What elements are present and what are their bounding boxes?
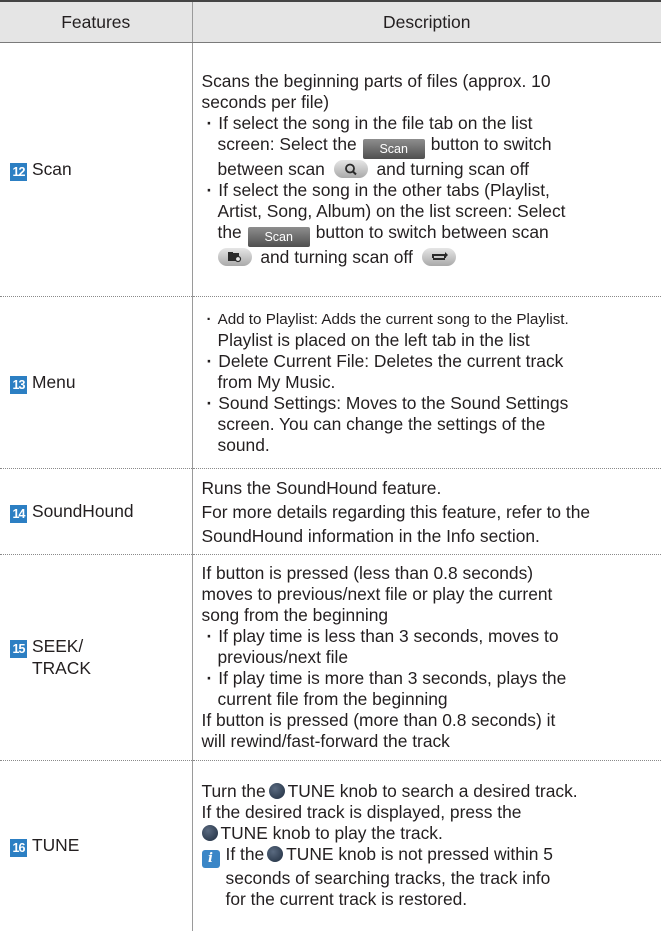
- feature-number-badge: 13: [10, 375, 27, 394]
- desc-line: Turn the TUNE knob to search a desired tr…: [201, 781, 578, 802]
- note-line: for the current track is restored.: [225, 889, 468, 910]
- feature-cell: 14 SoundHound: [0, 468, 193, 555]
- bullet-item: Sound Settings: Moves to the Sound Setti…: [202, 393, 661, 414]
- desc-line: If button is pressed (less than 0.8 seco…: [201, 563, 534, 583]
- desc-line: will rewind/fast-forward the track: [201, 731, 450, 751]
- desc-line: Artist, Song, Album) on the list screen:…: [217, 201, 566, 221]
- desc-line: For more details regarding this feature,…: [201, 501, 591, 522]
- note-line: seconds of searching tracks, the track i…: [225, 868, 551, 889]
- desc-line: between scan and turning scan off: [217, 159, 529, 179]
- desc-line: screen. You can change the settings of t…: [217, 414, 546, 434]
- desc-line: Scans the beginning parts of files (appr…: [201, 71, 551, 91]
- note-line: i If the TUNE knob is not pressed within 5: [201, 844, 661, 869]
- tune-knob-icon: [267, 846, 284, 863]
- desc-line: previous/next file: [217, 647, 349, 667]
- feature-cell: 15 SEEK/ TRACK: [0, 554, 193, 761]
- feature-cell: 13 Menu: [0, 296, 193, 469]
- scan-button-image: Scan: [362, 139, 425, 159]
- feature-name: TUNE: [32, 834, 80, 855]
- desc-line: from My Music.: [217, 372, 336, 392]
- table-row: 12 Scan Scans the beginning parts of file…: [0, 42, 661, 297]
- description-cell: Runs the SoundHound feature. For more de…: [192, 468, 661, 555]
- feature-cell: 16 TUNE: [0, 760, 193, 931]
- desc-line: If the desired track is displayed, press…: [201, 802, 522, 823]
- bullet-item: Delete Current File: Deletes the current…: [202, 351, 661, 372]
- table-row: 16 TUNE Turn the TUNE knob to search a des…: [0, 760, 661, 931]
- magnifier-scan-icon: [333, 160, 368, 178]
- header-row: Features Description: [0, 0, 661, 43]
- feature-name: Scan: [32, 158, 72, 179]
- feature-name: Menu: [32, 371, 76, 392]
- desc-line: sound.: [217, 435, 270, 455]
- desc-line: the Scan button to switch between scan: [202, 222, 661, 247]
- desc-line: SoundHound information in the Info secti…: [201, 525, 540, 546]
- desc-line: Runs the SoundHound feature.: [201, 477, 442, 498]
- feature-number-badge: 14: [10, 504, 27, 523]
- description-cell: Add to Playlist: Adds the current song t…: [192, 296, 661, 469]
- desc-line: screen: Select the Scan button to switch: [202, 134, 661, 159]
- feature-name-line2: TRACK: [32, 658, 91, 678]
- feature-number-badge: 15: [10, 640, 27, 658]
- header-features: Features: [0, 0, 193, 43]
- feature-name-line1: SEEK/: [32, 636, 84, 656]
- info-icon: i: [201, 850, 220, 869]
- feature-name: SoundHound: [32, 500, 134, 521]
- desc-line: seconds per file): [201, 92, 330, 112]
- desc-line: and turning scan off: [202, 247, 661, 268]
- scan-button-image: Scan: [247, 227, 310, 247]
- bullet-item: Add to Playlist: Adds the current song t…: [202, 309, 661, 330]
- tune-knob-icon: [268, 783, 285, 800]
- repeat-off-icon: [421, 248, 456, 266]
- tune-knob-icon: [201, 825, 218, 842]
- table-row: 13 Menu Add to Playlist: Adds the current…: [0, 296, 661, 469]
- header-description: Description: [192, 0, 661, 43]
- feature-cell: 12 Scan: [0, 42, 193, 297]
- description-cell: If button is pressed (less than 0.8 seco…: [192, 554, 661, 761]
- desc-line: Playlist is placed on the left tab in th…: [217, 330, 530, 350]
- desc-line: moves to previous/next file or play the …: [201, 584, 553, 604]
- table-row: 14 SoundHound Runs the SoundHound feature…: [0, 468, 661, 555]
- desc-line: song from the beginning: [201, 605, 389, 625]
- feature-number-badge: 16: [10, 838, 27, 857]
- bullet-item: If play time is more than 3 seconds, pla…: [202, 668, 661, 689]
- bullet-item: If play time is less than 3 seconds, mov…: [202, 626, 661, 647]
- description-cell: Scans the beginning parts of files (appr…: [192, 42, 661, 297]
- desc-line: If button is pressed (more than 0.8 seco…: [201, 710, 556, 730]
- features-table: Features Description 12 Scan Scans the be…: [0, 0, 661, 931]
- desc-line: TUNE knob to play the track.: [201, 823, 661, 844]
- feature-number-badge: 12: [10, 162, 27, 181]
- folder-scan-icon: [217, 248, 252, 266]
- bullet-item: If select the song in the other tabs (Pl…: [202, 180, 661, 201]
- description-cell: Turn the TUNE knob to search a desired tr…: [192, 761, 661, 931]
- bullet-item: If select the song in the file tab on th…: [202, 113, 661, 134]
- desc-line: current file from the beginning: [217, 689, 448, 709]
- table-row: 15 SEEK/ TRACK If button is pressed (less…: [0, 554, 661, 761]
